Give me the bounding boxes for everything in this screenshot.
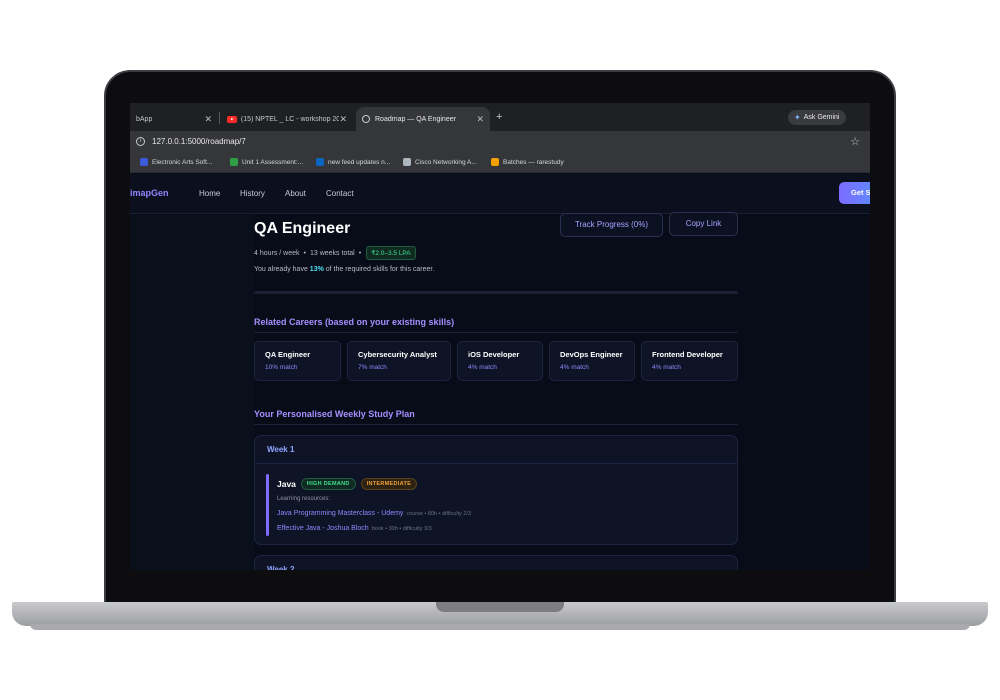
bookmark-item[interactable]: new feed updates n... (316, 158, 390, 166)
gemini-spark-icon: ✦ (794, 113, 801, 122)
youtube-icon (227, 115, 237, 123)
section-divider (254, 332, 738, 333)
week-card: Week 2 (254, 555, 738, 570)
laptop-screen: bApp ✕ (15) NPTEL _ LC - workshop 20... … (130, 103, 870, 570)
bookmark-label: Unit 1 Assessment:... (242, 158, 304, 166)
assessment-icon (230, 158, 238, 166)
resource-title[interactable]: Effective Java - Joshua Bloch (277, 525, 369, 532)
bookmark-item[interactable]: Batches — rarestudy (491, 158, 564, 166)
site-info-icon[interactable]: i (136, 137, 145, 146)
bookmark-label: new feed updates n... (328, 158, 391, 166)
career-card-frontend[interactable]: Frontend Developer 4% match (641, 341, 738, 381)
progress-bar (254, 291, 738, 294)
tab-webapp[interactable]: bApp ✕ (130, 107, 218, 131)
bookmark-item[interactable]: Unit 1 Assessment:... (230, 158, 303, 166)
bookmark-item[interactable]: Electronic Arts Soft... (140, 158, 212, 166)
globe-icon (362, 115, 370, 123)
high-demand-badge: HIGH DEMAND (300, 478, 356, 490)
nav-contact[interactable]: Contact (326, 189, 354, 198)
bookmark-label: Electronic Arts Soft... (152, 158, 213, 166)
batches-icon (491, 158, 499, 166)
career-name: Cybersecurity Analyst (358, 350, 437, 359)
new-tab-button[interactable]: + (496, 111, 502, 123)
career-name: DevOps Engineer (560, 350, 623, 359)
career-name: iOS Developer (468, 350, 520, 359)
career-match: 4% match (468, 364, 497, 371)
topic-row: Java HIGH DEMAND INTERMEDIATE (277, 478, 418, 490)
resource-link[interactable]: Effective Java - Joshua Bloch book • 30h … (277, 525, 432, 532)
linkedin-icon (316, 158, 324, 166)
resource-meta: book • 30h • difficulty 3/3 (371, 526, 432, 532)
nav-about[interactable]: About (285, 189, 306, 198)
close-icon[interactable]: ✕ (339, 114, 347, 125)
career-card-cybersecurity[interactable]: Cybersecurity Analyst 7% match (347, 341, 451, 381)
laptop-shadow (30, 624, 970, 630)
career-match: 10% match (265, 364, 298, 371)
laptop-notch (436, 602, 564, 612)
bookmarks-bar: Electronic Arts Soft... Unit 1 Assessmen… (130, 153, 870, 173)
skill-note-prefix: You already have (254, 266, 310, 273)
bookmark-label: Cisco Networking A... (415, 158, 477, 166)
tab-title: bApp (136, 115, 153, 123)
total-weeks: 13 weeks total (309, 249, 355, 257)
track-progress-button[interactable]: Track Progress (0%) (560, 213, 663, 237)
topic-name: Java (277, 479, 296, 489)
level-badge: INTERMEDIATE (360, 478, 418, 490)
resource-meta: course • 80h • difficulty 2/3 (406, 511, 472, 517)
close-icon[interactable]: ✕ (476, 114, 484, 125)
related-careers-heading: Related Careers (based on your existing … (254, 317, 455, 327)
week-label[interactable]: Week 2 (255, 556, 737, 570)
career-match: 4% match (652, 364, 681, 371)
brand-logo[interactable]: imapGen (130, 188, 169, 198)
tab-title: (15) NPTEL _ LC - workshop 20... (240, 115, 340, 123)
study-plan-heading: Your Personalised Weekly Study Plan (254, 409, 415, 419)
skill-coverage-note: You already have 13% of the required ski… (254, 266, 434, 273)
week-label[interactable]: Week 1 (255, 436, 737, 464)
resource-link[interactable]: Java Programming Masterclass - Udemy cour… (277, 510, 471, 517)
address-bar: i 127.0.0.1:5000/roadmap/7 ☆ (130, 131, 870, 153)
tab-roadmap[interactable]: Roadmap — QA Engineer ✕ (356, 107, 490, 131)
career-name: Frontend Developer (652, 350, 723, 359)
tab-nptel[interactable]: (15) NPTEL _ LC - workshop 20... ✕ (221, 107, 353, 131)
ask-gemini-button[interactable]: ✦ Ask Gemini (788, 110, 846, 125)
roadmap-meta: 4 hours / week • 13 weeks total • ₹2.0–3… (254, 246, 416, 260)
salary-badge: ₹2.0–3.5 LPA (366, 246, 416, 260)
main-content: QA Engineer Track Progress (0%) Copy Lin… (130, 212, 870, 570)
close-icon[interactable]: ✕ (204, 114, 212, 125)
tab-title: Roadmap — QA Engineer (375, 115, 456, 123)
resources-label: Learning resources: (277, 496, 331, 502)
cisco-icon (403, 158, 411, 166)
career-card-devops[interactable]: DevOps Engineer 4% match (549, 341, 635, 381)
career-name: QA Engineer (265, 350, 311, 359)
meta-separator: • (358, 249, 362, 257)
app-navbar: imapGen Home History About Contact Get S (130, 174, 870, 214)
gemini-label: Ask Gemini (803, 114, 840, 121)
copy-link-button[interactable]: Copy Link (669, 212, 738, 236)
browser-tabstrip: bApp ✕ (15) NPTEL _ LC - workshop 20... … (130, 103, 870, 131)
career-card-qa-engineer[interactable]: QA Engineer 10% match (254, 341, 341, 381)
tab-separator (219, 112, 220, 124)
left-gutter (130, 215, 254, 570)
page-title: QA Engineer (254, 220, 351, 237)
nav-home[interactable]: Home (199, 189, 220, 198)
skill-note-suffix: of the required skills for this career. (323, 266, 435, 273)
nav-history[interactable]: History (240, 189, 265, 198)
section-divider (254, 424, 738, 425)
bookmark-label: Batches — rarestudy (503, 158, 564, 166)
get-started-button[interactable]: Get S (839, 182, 870, 204)
skill-percentage: 13% (309, 266, 324, 273)
topic-accent-bar (266, 474, 269, 536)
career-card-ios[interactable]: iOS Developer 4% match (457, 341, 543, 381)
meta-separator: • (303, 249, 306, 257)
career-match: 7% match (358, 364, 387, 371)
ea-icon (140, 158, 148, 166)
url-field[interactable]: 127.0.0.1:5000/roadmap/7 (152, 137, 246, 146)
career-match: 4% match (560, 364, 589, 371)
week-card: Week 1 Java HIGH DEMAND INTERMEDIATE Lea… (254, 435, 738, 545)
hours-per-week: 4 hours / week (254, 249, 300, 257)
resource-title[interactable]: Java Programming Masterclass - Udemy (277, 510, 403, 517)
bookmark-item[interactable]: Cisco Networking A... (403, 158, 477, 166)
bookmark-star-icon[interactable]: ☆ (850, 135, 860, 148)
